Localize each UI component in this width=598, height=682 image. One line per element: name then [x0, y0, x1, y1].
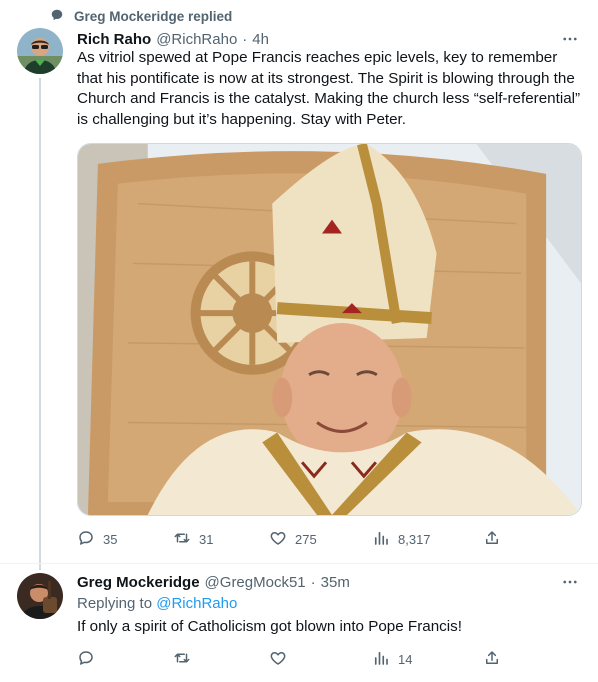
reply-author-handle[interactable]: @GregMock51 — [205, 574, 306, 591]
speech-bubble-icon — [50, 8, 64, 25]
reply-retweet-button[interactable] — [173, 648, 199, 670]
tweet-image[interactable] — [77, 143, 582, 516]
more-options-icon[interactable] — [560, 29, 580, 49]
retweet-icon — [173, 649, 191, 670]
views-icon — [372, 529, 390, 550]
replying-to-prefix: Replying to — [77, 595, 157, 612]
views-button[interactable]: 8,317 — [372, 528, 431, 550]
reply-more-options-icon[interactable] — [560, 572, 580, 592]
retweet-icon — [173, 529, 191, 550]
reply-like-button[interactable] — [269, 648, 295, 670]
retweet-button[interactable]: 31 — [173, 528, 213, 550]
like-count: 275 — [295, 531, 317, 547]
reply-share-button[interactable] — [483, 648, 501, 670]
reply-separator-dot: · — [310, 574, 316, 591]
tweet-actions: 35 31 275 8,317 — [77, 528, 507, 550]
reply-reply-button[interactable] — [77, 648, 103, 670]
tweet-time[interactable]: 4h — [252, 31, 269, 48]
share-icon — [483, 649, 501, 670]
reply-time[interactable]: 35m — [321, 574, 350, 591]
reply-view-count: 14 — [398, 651, 413, 667]
retweet-count: 31 — [199, 531, 214, 547]
reply-header: Greg Mockeridge @GregMock51 · 35m — [77, 574, 350, 591]
tweet-divider — [0, 563, 598, 564]
reply-author-name[interactable]: Greg Mockeridge — [77, 574, 200, 591]
reply-actions: 14 — [77, 648, 507, 670]
reply-views-button[interactable]: 14 — [372, 648, 412, 670]
reply-button[interactable]: 35 — [77, 528, 117, 550]
thread-line — [39, 78, 41, 570]
reply-icon — [77, 649, 95, 670]
tweet-text: As vitriol spewed at Pope Francis reache… — [77, 49, 581, 128]
reply-context-label: Greg Mockeridge replied — [74, 8, 233, 24]
separator-dot: · — [242, 31, 248, 48]
tweet-header: Rich Raho @RichRaho · 4h — [77, 31, 269, 48]
like-button[interactable]: 275 — [269, 528, 317, 550]
rich-raho-avatar[interactable] — [17, 28, 63, 74]
replying-to-link[interactable]: @RichRaho — [156, 595, 237, 612]
views-icon — [372, 649, 390, 670]
reply-count: 35 — [103, 531, 118, 547]
view-count: 8,317 — [398, 531, 431, 547]
replying-to: Replying to @RichRaho — [77, 595, 237, 612]
author-name[interactable]: Rich Raho — [77, 31, 151, 48]
reply-context[interactable]: Greg Mockeridge replied — [50, 6, 232, 26]
share-button[interactable] — [483, 528, 501, 550]
share-icon — [483, 529, 501, 550]
reply-icon — [77, 529, 95, 550]
greg-mockeridge-avatar[interactable] — [17, 573, 63, 619]
author-handle[interactable]: @RichRaho — [156, 31, 237, 48]
heart-icon — [269, 649, 287, 670]
reply-text: If only a spirit of Catholicism got blow… — [77, 618, 462, 635]
heart-icon — [269, 529, 287, 550]
